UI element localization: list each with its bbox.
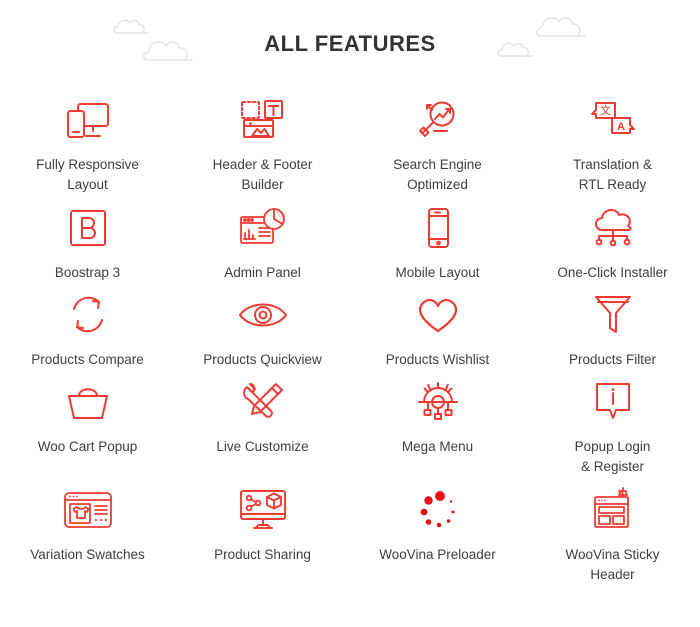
feature-item-mega-menu[interactable]: Mega Menu bbox=[350, 370, 525, 478]
feature-item-product-sharing[interactable]: Product Sharing bbox=[175, 478, 350, 586]
mobile-phone-icon bbox=[410, 202, 466, 254]
feature-label: Fully Responsive Layout bbox=[36, 157, 139, 193]
feature-item-translation-rtl-ready[interactable]: 文 A Translation & RTL Ready bbox=[525, 88, 700, 196]
page-title: ALL FEATURES bbox=[264, 31, 436, 56]
admin-dashboard-icon bbox=[235, 202, 291, 254]
sticky-header-pin-icon bbox=[585, 484, 641, 536]
bootstrap-b-icon bbox=[60, 202, 116, 254]
info-bubble-icon bbox=[585, 376, 641, 428]
feature-item-popup-login-register[interactable]: Popup Login & Register bbox=[525, 370, 700, 478]
feature-label: Mobile Layout bbox=[395, 264, 480, 280]
compare-arrows-icon bbox=[60, 289, 116, 341]
feature-label: Products Compare bbox=[31, 351, 144, 367]
feature-item-variation-swatches[interactable]: Variation Swatches bbox=[0, 478, 175, 586]
feature-item-woo-cart-popup[interactable]: Woo Cart Popup bbox=[0, 370, 175, 478]
wrench-pencil-icon bbox=[235, 376, 291, 428]
feature-item-mobile-layout[interactable]: Mobile Layout bbox=[350, 196, 525, 283]
seo-magnifier-icon bbox=[410, 94, 466, 146]
feature-label: Mega Menu bbox=[401, 439, 474, 454]
feature-item-products-filter[interactable]: Products Filter bbox=[525, 283, 700, 370]
feature-label: Translation & RTL Ready bbox=[572, 157, 653, 193]
feature-item-admin-panel[interactable]: Admin Panel bbox=[175, 196, 350, 283]
features-grid: Fully Responsive Layout Header & Footer … bbox=[0, 88, 700, 585]
feature-label: Live Customize bbox=[216, 439, 309, 454]
cloud-install-icon bbox=[585, 202, 641, 254]
spinner-dots-icon bbox=[410, 484, 466, 536]
responsive-devices-icon bbox=[60, 94, 116, 146]
feature-item-live-customize[interactable]: Live Customize bbox=[175, 370, 350, 478]
funnel-filter-icon bbox=[585, 289, 641, 341]
feature-label: Boostrap 3 bbox=[54, 264, 121, 280]
feature-item-header-footer-builder[interactable]: Header & Footer Builder bbox=[175, 88, 350, 196]
feature-label: Woo Cart Popup bbox=[37, 439, 138, 454]
monitor-share-icon bbox=[235, 484, 291, 536]
feature-item-boostrap-3[interactable]: Boostrap 3 bbox=[0, 196, 175, 283]
header-footer-builder-icon bbox=[235, 94, 291, 146]
heart-icon bbox=[410, 289, 466, 341]
shopping-basket-icon bbox=[60, 376, 116, 428]
feature-label: Admin Panel bbox=[224, 264, 301, 280]
feature-item-one-click-installer[interactable]: One-Click Installer bbox=[525, 196, 700, 283]
feature-item-products-wishlist[interactable]: Products Wishlist bbox=[350, 283, 525, 370]
gear-nodes-icon bbox=[410, 376, 466, 428]
feature-label: WooVina Preloader bbox=[379, 546, 496, 562]
svg-text:A: A bbox=[617, 121, 625, 133]
feature-label: WooVina Sticky Header bbox=[565, 546, 660, 582]
feature-label: Products Quickview bbox=[203, 351, 322, 367]
feature-label: One-Click Installer bbox=[557, 264, 668, 280]
feature-label: Products Filter bbox=[568, 351, 657, 367]
feature-item-woovina-sticky-header[interactable]: WooVina Sticky Header bbox=[525, 478, 700, 586]
feature-label: Header & Footer Builder bbox=[212, 157, 313, 193]
translation-bubbles-icon: 文 A bbox=[585, 94, 641, 146]
feature-item-woovina-preloader[interactable]: WooVina Preloader bbox=[350, 478, 525, 586]
feature-label: Popup Login & Register bbox=[574, 439, 651, 475]
tshirt-swatches-icon bbox=[60, 484, 116, 536]
feature-label: Products Wishlist bbox=[385, 351, 490, 367]
feature-item-search-engine-optimized[interactable]: Search Engine Optimized bbox=[350, 88, 525, 196]
feature-label: Search Engine Optimized bbox=[393, 157, 482, 193]
page-header: ALL FEATURES bbox=[0, 0, 700, 88]
feature-label: Variation Swatches bbox=[30, 546, 145, 562]
feature-item-products-compare[interactable]: Products Compare bbox=[0, 283, 175, 370]
eye-quickview-icon bbox=[235, 289, 291, 341]
svg-text:文: 文 bbox=[600, 103, 611, 117]
feature-item-products-quickview[interactable]: Products Quickview bbox=[175, 283, 350, 370]
feature-label: Product Sharing bbox=[214, 546, 311, 562]
feature-item-fully-responsive-layout[interactable]: Fully Responsive Layout bbox=[0, 88, 175, 196]
